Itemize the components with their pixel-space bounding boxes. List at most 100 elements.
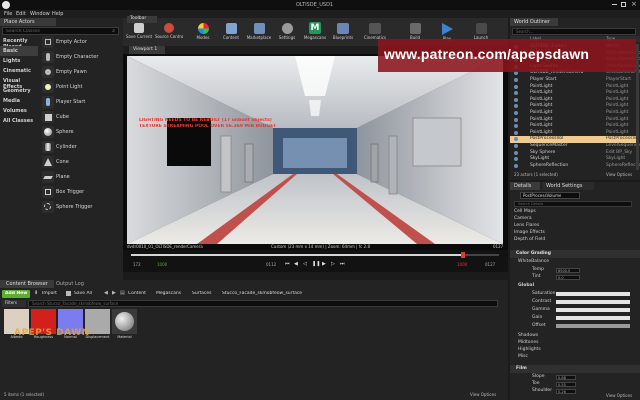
visibility-eye-icon[interactable] xyxy=(514,111,518,115)
visibility-eye-icon[interactable] xyxy=(514,157,518,162)
actor-item-cone[interactable]: Cone xyxy=(40,155,122,169)
category-all-classes[interactable]: All Classes xyxy=(0,116,38,126)
subsection-shadows[interactable]: Shadows xyxy=(518,333,640,340)
category-lights[interactable]: Lights xyxy=(0,56,38,66)
object-name-field[interactable]: PostProcessVolume xyxy=(520,192,580,199)
step-back-icon[interactable]: ◀ xyxy=(294,261,298,267)
subsection-misc[interactable]: Misc xyxy=(518,354,640,361)
source-control-button[interactable]: Source Control xyxy=(155,21,183,45)
visibility-eye-icon[interactable] xyxy=(514,150,518,155)
detail-row[interactable]: Camera xyxy=(514,216,636,223)
detail-row[interactable]: Cell Maps xyxy=(514,209,636,216)
tab-world-settings[interactable]: World Settings xyxy=(542,182,594,190)
detail-row[interactable]: Lens Flares xyxy=(514,223,636,230)
menu-help[interactable]: Help xyxy=(52,11,63,17)
category-recently-placed[interactable]: Recently Placed xyxy=(0,36,38,50)
film-shoulder-input[interactable]: 0.26 xyxy=(556,389,576,394)
actor-item-empty-character[interactable]: Empty Character xyxy=(40,50,122,64)
film-slope-input[interactable]: 0.88 xyxy=(556,375,576,380)
subsection-midtones[interactable]: Midtones xyxy=(518,340,640,347)
actor-item-cube[interactable]: Cube xyxy=(40,110,122,124)
menu-edit[interactable]: Edit xyxy=(16,11,26,17)
level-viewport[interactable]: LIGHTING NEEDS TO BE REBUILT (17 unbuilt… xyxy=(123,54,508,272)
offset-slider[interactable] xyxy=(556,324,630,328)
settings-button[interactable]: Settings xyxy=(273,21,301,45)
saturation-slider[interactable] xyxy=(556,292,630,296)
marketplace-button[interactable]: Marketplace xyxy=(245,21,273,45)
subsection-highlights[interactable]: Highlights xyxy=(518,347,640,354)
tab-output-log[interactable]: Output Log xyxy=(50,280,90,288)
subsection-white-balance[interactable]: WhiteBalance xyxy=(518,259,640,266)
reverse-play-icon[interactable]: ◁ xyxy=(303,261,307,267)
outliner-search-input[interactable]: Search... xyxy=(512,28,636,35)
visibility-eye-icon[interactable] xyxy=(514,144,518,148)
visibility-eye-icon[interactable] xyxy=(514,84,518,89)
contrast-slider[interactable] xyxy=(556,300,630,304)
category-cinematic[interactable]: Cinematic xyxy=(0,66,38,76)
detail-row[interactable]: Image Effects xyxy=(514,230,636,237)
visibility-eye-icon[interactable] xyxy=(514,104,518,109)
breadcrumb-surfaces[interactable]: Surfaces xyxy=(192,291,212,296)
actor-item-sphere[interactable]: Sphere xyxy=(40,125,122,139)
category-volumes[interactable]: Volumes xyxy=(0,106,38,116)
close-icon[interactable]: × xyxy=(631,0,637,8)
section-film[interactable]: Film xyxy=(510,365,640,373)
content-view-options[interactable]: View Options xyxy=(470,392,496,397)
menu-window[interactable]: Window xyxy=(30,11,50,17)
subsection-global[interactable]: Global xyxy=(518,283,640,290)
play-forward-icon[interactable]: ▶ xyxy=(322,261,326,267)
back-arrow-icon[interactable]: ◀ xyxy=(104,290,108,296)
timeline-track[interactable] xyxy=(131,252,499,258)
step-forward-icon[interactable]: ▷ xyxy=(331,261,335,267)
forward-arrow-icon[interactable]: ▶ xyxy=(112,290,116,296)
tab-world-outliner[interactable]: World Outliner xyxy=(510,18,558,26)
tab-place-actors[interactable]: Place Actors xyxy=(0,18,56,26)
details-search-input[interactable]: Search Details xyxy=(514,201,632,207)
modes-button[interactable]: Modes xyxy=(189,21,217,45)
visibility-eye-icon[interactable] xyxy=(514,91,518,96)
add-new-button[interactable]: Add New xyxy=(2,290,30,298)
skip-end-icon[interactable]: ⏭ xyxy=(340,261,345,267)
breadcrumb-surface-folder[interactable]: Stucco_Facade_skmobfeow_surface xyxy=(222,291,302,296)
actor-item-point-light[interactable]: Point Light xyxy=(40,80,122,94)
outliner-row[interactable]: SphereReflection SphereReflectionCapture xyxy=(510,163,640,170)
visibility-eye-icon[interactable] xyxy=(514,130,518,135)
category-basic[interactable]: Basic xyxy=(0,46,38,56)
visibility-eye-icon[interactable] xyxy=(514,163,518,168)
import-button[interactable]: ⬇ Import xyxy=(34,290,64,298)
skip-start-icon[interactable]: ⏮ xyxy=(285,261,290,267)
playhead-marker[interactable] xyxy=(461,252,465,258)
actor-item-empty-pawn[interactable]: Empty Pawn xyxy=(40,65,122,79)
actor-item-sphere-trigger[interactable]: Sphere Trigger xyxy=(40,200,122,214)
actor-item-empty-actor[interactable]: Empty Actor xyxy=(40,35,122,49)
category-geometry[interactable]: Geometry xyxy=(0,86,38,96)
blueprints-button[interactable]: Blueprints xyxy=(329,21,357,45)
content-search-input[interactable]: Search Stucco_Facade_skmobfeow_surface xyxy=(28,300,498,307)
wb-tint-input[interactable]: 0.0 xyxy=(556,275,580,280)
filters-dropdown[interactable]: Filters xyxy=(2,300,26,307)
actor-item-player-start[interactable]: Player Start xyxy=(40,95,122,109)
tab-viewport-1[interactable]: Viewport 1 xyxy=(129,46,165,54)
visibility-eye-icon[interactable] xyxy=(514,117,518,122)
minimize-icon[interactable] xyxy=(612,4,617,5)
asset-thumbnail[interactable] xyxy=(112,309,137,334)
visibility-eye-icon[interactable] xyxy=(514,137,518,142)
gain-slider[interactable] xyxy=(556,316,630,320)
place-actors-search-input[interactable]: Search Classes ⌕ xyxy=(2,27,119,35)
megascans-button[interactable]: M Megascans xyxy=(301,21,329,45)
visibility-eye-icon[interactable] xyxy=(514,97,518,102)
menu-file[interactable]: File xyxy=(4,11,12,17)
visibility-eye-icon[interactable] xyxy=(514,78,518,82)
content-button[interactable]: Content xyxy=(217,21,245,45)
details-view-options[interactable]: View Options xyxy=(606,393,632,398)
visibility-eye-icon[interactable] xyxy=(514,124,518,129)
maximize-icon[interactable] xyxy=(621,2,626,7)
save-all-button[interactable]: Save All xyxy=(66,290,98,298)
category-visual-effects[interactable]: Visual Effects xyxy=(0,76,38,90)
wb-temp-input[interactable]: 6500.0 xyxy=(556,268,580,273)
category-media[interactable]: Media xyxy=(0,96,38,106)
pause-icon[interactable]: ❚❚ xyxy=(312,261,320,267)
detail-row[interactable]: Depth of Field xyxy=(514,237,636,244)
outliner-scrollbar[interactable] xyxy=(636,44,639,170)
actor-item-cylinder[interactable]: Cylinder xyxy=(40,140,122,154)
